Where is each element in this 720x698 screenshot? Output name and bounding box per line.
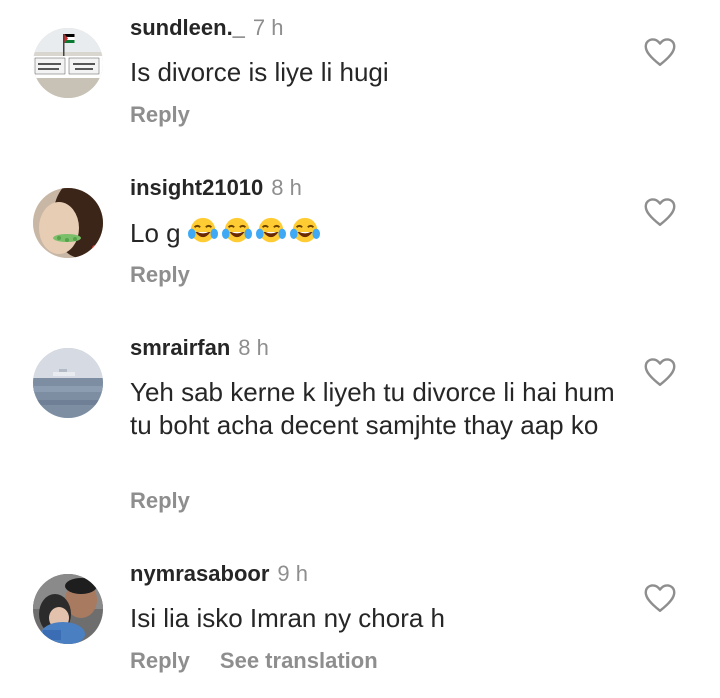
comment-meta: nymrasaboor 9 h	[130, 560, 308, 588]
reply-button[interactable]: Reply	[130, 488, 190, 513]
avatar[interactable]	[33, 28, 103, 98]
avatar-image	[33, 574, 103, 644]
avatar[interactable]	[33, 574, 103, 644]
comment-actions: Reply	[130, 488, 190, 514]
comment-item: insight21010 8 h Lo g Reply	[0, 174, 720, 304]
heart-outline-icon[interactable]	[642, 580, 678, 616]
timestamp: 8 h	[271, 175, 302, 200]
avatar-image	[33, 348, 103, 418]
comment-text: Yeh sab kerne k liyeh tu divorce li hai …	[130, 377, 615, 440]
reply-button[interactable]: Reply	[130, 648, 190, 673]
comment-actions: Reply	[130, 262, 190, 288]
timestamp: 8 h	[238, 335, 269, 360]
username[interactable]: insight21010	[130, 175, 263, 200]
reply-button[interactable]: Reply	[130, 102, 190, 127]
emoji-group	[181, 217, 324, 248]
comment-text: Lo g	[130, 216, 620, 250]
comment-item: sundleen._ 7 h Is divorce is liye li hugi…	[0, 14, 720, 144]
face-with-tears-of-joy-icon	[221, 217, 252, 243]
avatar-image	[33, 188, 103, 258]
comment-actions: Reply	[130, 102, 190, 128]
avatar[interactable]	[33, 348, 103, 418]
comment-meta: insight21010 8 h	[130, 174, 302, 202]
face-with-tears-of-joy-icon	[255, 217, 286, 243]
avatar[interactable]	[33, 188, 103, 258]
comment-item: nymrasaboor 9 h Isi lia isko Imran ny cho…	[0, 560, 720, 690]
avatar-image	[33, 28, 103, 98]
comment-actions: Reply See translation	[130, 648, 378, 674]
comment-text: Is divorce is liye li hugi	[130, 57, 389, 87]
comment-item: smrairfan 8 h Yeh sab kerne k liyeh tu di…	[0, 334, 720, 524]
timestamp: 7 h	[252, 15, 284, 40]
heart-outline-icon[interactable]	[642, 34, 678, 70]
username[interactable]: sundleen._	[130, 15, 245, 40]
timestamp: 9 h	[277, 561, 308, 586]
face-with-tears-of-joy-icon	[289, 217, 320, 243]
heart-outline-icon[interactable]	[642, 354, 678, 390]
reply-button[interactable]: Reply	[130, 262, 190, 287]
username[interactable]: nymrasaboor	[130, 561, 269, 586]
heart-outline-icon[interactable]	[642, 194, 678, 230]
comment-text: Isi lia isko Imran ny chora h	[130, 603, 446, 633]
comment-meta: smrairfan 8 h	[130, 334, 269, 362]
comment-text-content: Lo g	[130, 218, 181, 248]
face-with-tears-of-joy-icon	[187, 217, 218, 243]
comment-meta: sundleen._ 7 h	[130, 14, 284, 42]
see-translation-button[interactable]: See translation	[220, 648, 378, 673]
username[interactable]: smrairfan	[130, 335, 230, 360]
